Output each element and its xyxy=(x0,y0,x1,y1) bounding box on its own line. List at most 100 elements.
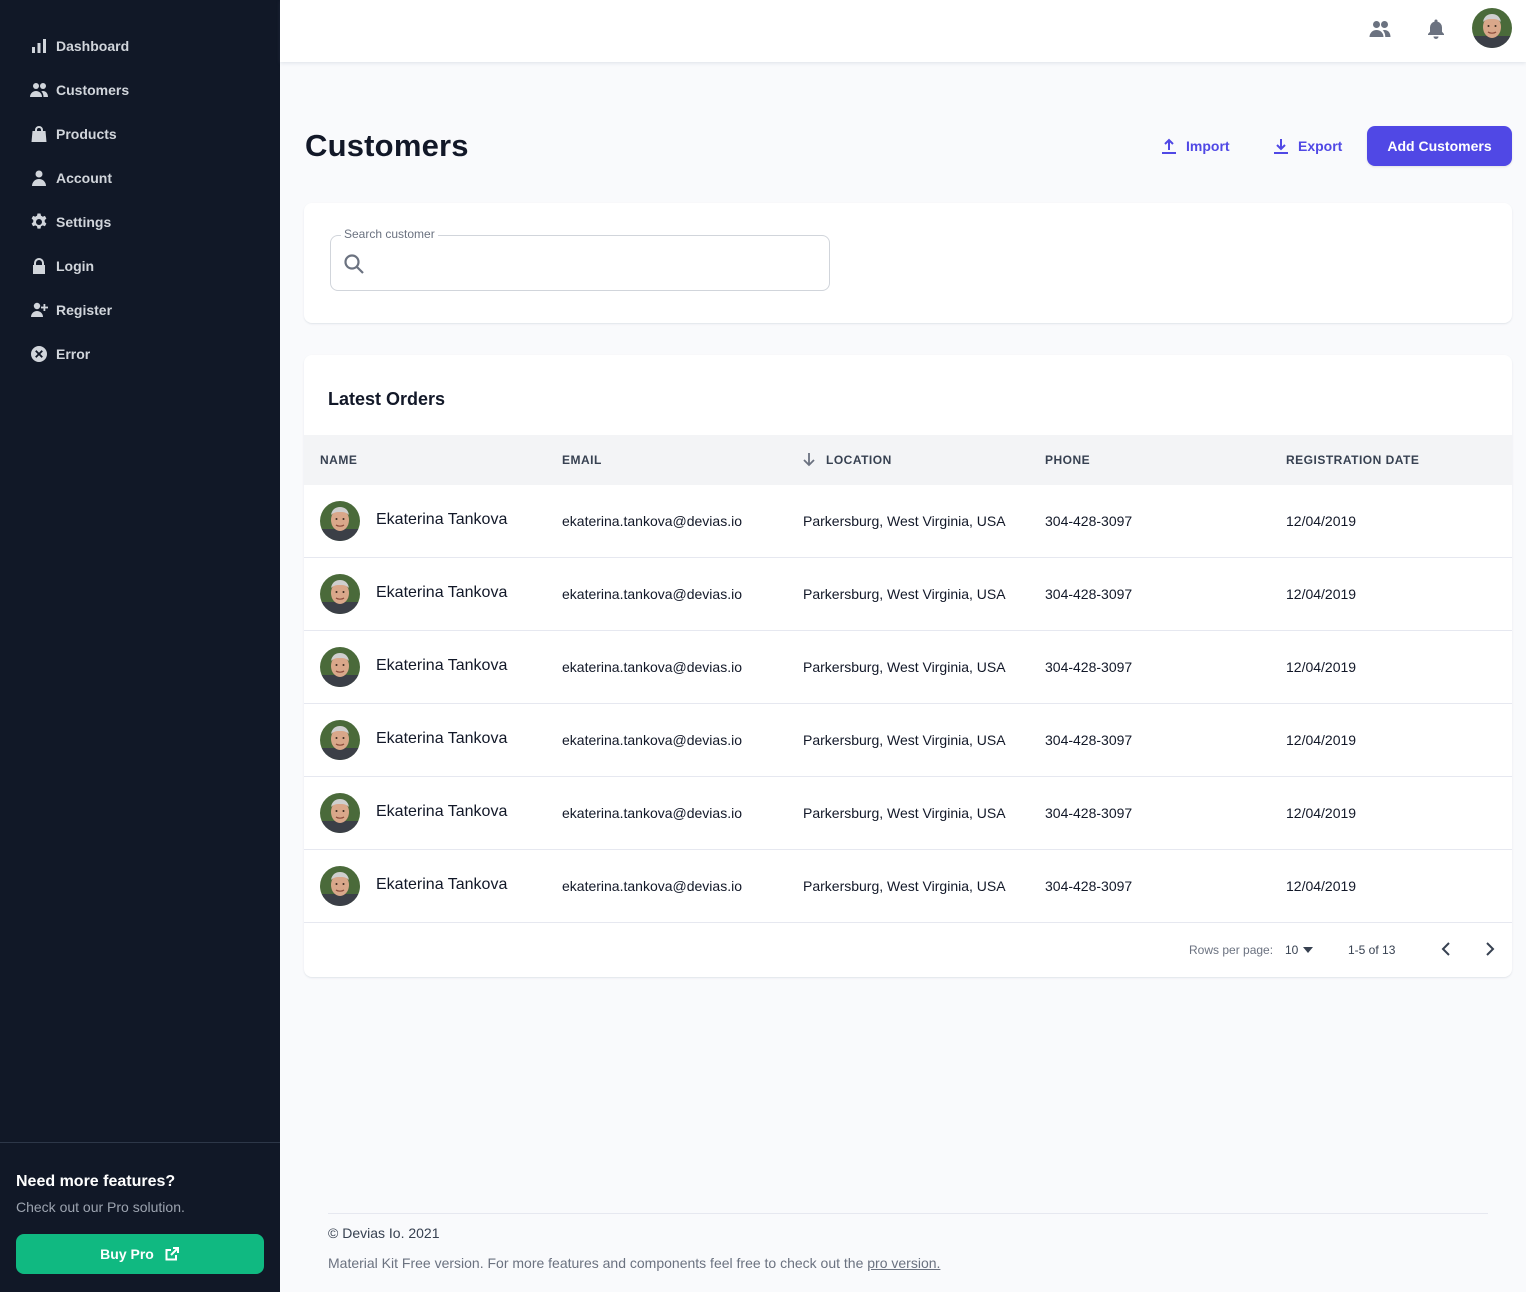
user-icon xyxy=(32,170,46,186)
column-header-email[interactable]: Email xyxy=(562,453,602,467)
column-header-location[interactable]: Location xyxy=(826,453,892,467)
cell-name: Ekaterina Tankova xyxy=(376,730,508,747)
sidebar-item-register[interactable]: Register xyxy=(0,288,280,332)
sidebar-item-dashboard[interactable]: Dashboard xyxy=(0,24,280,68)
top-bar xyxy=(280,0,1526,62)
cog-icon xyxy=(31,213,47,229)
buy-pro-button[interactable]: Buy Pro xyxy=(16,1234,264,1274)
shopping-bag-icon xyxy=(31,126,47,142)
table-row[interactable]: Ekaterina Tankova ekaterina.tankova@devia… xyxy=(304,485,1512,558)
avatar-face xyxy=(320,647,360,687)
notifications-button[interactable] xyxy=(1424,17,1448,41)
footer-note-text: Material Kit Free version. For more feat… xyxy=(328,1255,868,1271)
export-button[interactable]: Export xyxy=(1272,130,1342,162)
buy-pro-label: Buy Pro xyxy=(100,1246,154,1262)
sidebar-item-products[interactable]: Products xyxy=(0,112,280,156)
avatar-face xyxy=(320,793,360,833)
cell-phone: 304-428-3097 xyxy=(1045,659,1133,675)
cell-location: Parkersburg, West Virginia, USA xyxy=(803,586,1006,602)
search-field[interactable]: Search customer xyxy=(330,227,830,291)
avatar-face xyxy=(320,866,360,906)
search-icon xyxy=(344,254,364,274)
table-row[interactable]: Ekaterina Tankova ekaterina.tankova@devia… xyxy=(304,558,1512,631)
search-label: Search customer xyxy=(341,227,438,241)
user-add-icon xyxy=(31,302,48,317)
users-icon xyxy=(30,83,48,97)
contacts-button[interactable] xyxy=(1368,17,1392,41)
cell-phone: 304-428-3097 xyxy=(1045,805,1133,821)
sidebar-item-label: Login xyxy=(56,258,95,274)
search-card: Search customer xyxy=(304,203,1512,323)
cell-registration-date: 12/04/2019 xyxy=(1286,878,1357,894)
avatar-face xyxy=(1472,8,1512,48)
table-row[interactable]: Ekaterina Tankova ekaterina.tankova@devia… xyxy=(304,777,1512,850)
previous-page-button[interactable] xyxy=(1434,937,1458,961)
sidebar-divider xyxy=(0,1142,280,1143)
cell-location: Parkersburg, West Virginia, USA xyxy=(803,659,1006,675)
table-row[interactable]: Ekaterina Tankova ekaterina.tankova@devia… xyxy=(304,850,1512,923)
rows-per-page-select[interactable]: 10 xyxy=(1285,943,1314,957)
customer-avatar xyxy=(320,793,360,833)
cell-email: ekaterina.tankova@devias.io xyxy=(562,878,742,894)
external-link-icon xyxy=(165,1247,179,1261)
pro-promo: Need more features? Check out our Pro so… xyxy=(16,1172,264,1216)
cell-email: ekaterina.tankova@devias.io xyxy=(562,659,742,675)
chevron-right-icon xyxy=(1486,942,1495,956)
cell-name: Ekaterina Tankova xyxy=(376,511,508,528)
cell-location: Parkersburg, West Virginia, USA xyxy=(803,805,1006,821)
bell-icon xyxy=(1428,19,1444,39)
sidebar-item-label: Products xyxy=(56,126,117,142)
table-header: Name Email Location Phone Registration d… xyxy=(304,435,1512,485)
user-avatar[interactable] xyxy=(1472,8,1512,48)
column-header-name[interactable]: Name xyxy=(320,453,357,467)
table-row[interactable]: Ekaterina Tankova ekaterina.tankova@devia… xyxy=(304,631,1512,704)
cell-registration-date: 12/04/2019 xyxy=(1286,805,1357,821)
footer-copyright: © Devias Io. 2021 xyxy=(328,1225,440,1241)
column-header-phone[interactable]: Phone xyxy=(1045,453,1090,467)
avatar-face xyxy=(320,720,360,760)
cell-location: Parkersburg, West Virginia, USA xyxy=(803,732,1006,748)
cell-registration-date: 12/04/2019 xyxy=(1286,586,1357,602)
sidebar-item-login[interactable]: Login xyxy=(0,244,280,288)
cell-location: Parkersburg, West Virginia, USA xyxy=(803,513,1006,529)
customer-avatar xyxy=(320,501,360,541)
cell-phone: 304-428-3097 xyxy=(1045,586,1133,602)
chart-bar-icon xyxy=(32,39,46,53)
cell-name: Ekaterina Tankova xyxy=(376,876,508,893)
cell-location: Parkersburg, West Virginia, USA xyxy=(803,878,1006,894)
sidebar-item-customers[interactable]: Customers xyxy=(0,68,280,112)
cell-email: ekaterina.tankova@devias.io xyxy=(562,513,742,529)
users-icon xyxy=(1369,21,1391,37)
import-button[interactable]: Import xyxy=(1160,130,1230,162)
cell-registration-date: 12/04/2019 xyxy=(1286,659,1357,675)
lock-icon xyxy=(33,258,45,274)
column-header-registration-date[interactable]: Registration date xyxy=(1286,453,1419,467)
pro-version-link[interactable]: pro version. xyxy=(867,1255,940,1271)
sort-arrow-down-icon[interactable] xyxy=(802,451,816,467)
next-page-button[interactable] xyxy=(1478,937,1502,961)
sidebar-item-account[interactable]: Account xyxy=(0,156,280,200)
page-title: Customers xyxy=(305,128,469,163)
customers-table-card: Latest Orders Name Email Location Phone … xyxy=(304,355,1512,977)
import-label: Import xyxy=(1186,138,1230,154)
sidebar-item-label: Customers xyxy=(56,82,130,98)
cell-phone: 304-428-3097 xyxy=(1045,732,1133,748)
sidebar-item-label: Register xyxy=(56,302,113,318)
table-row[interactable]: Ekaterina Tankova ekaterina.tankova@devia… xyxy=(304,704,1512,777)
sidebar-item-label: Settings xyxy=(56,214,112,230)
cell-name: Ekaterina Tankova xyxy=(376,657,508,674)
cell-phone: 304-428-3097 xyxy=(1045,878,1133,894)
promo-subtitle: Check out our Pro solution. xyxy=(16,1199,185,1215)
sidebar-item-label: Dashboard xyxy=(56,38,130,54)
rows-per-page-value: 10 xyxy=(1285,943,1299,957)
footer-note: Material Kit Free version. For more feat… xyxy=(328,1255,940,1271)
chevron-left-icon xyxy=(1441,942,1450,956)
pagination-range: 1-5 of 13 xyxy=(1348,943,1396,957)
add-customers-button[interactable]: Add Customers xyxy=(1367,126,1512,166)
promo-title: Need more features? xyxy=(16,1173,176,1190)
sidebar-item-error[interactable]: Error xyxy=(0,332,280,376)
cell-email: ekaterina.tankova@devias.io xyxy=(562,586,742,602)
search-input[interactable] xyxy=(375,248,815,278)
customer-avatar xyxy=(320,574,360,614)
sidebar-item-settings[interactable]: Settings xyxy=(0,200,280,244)
